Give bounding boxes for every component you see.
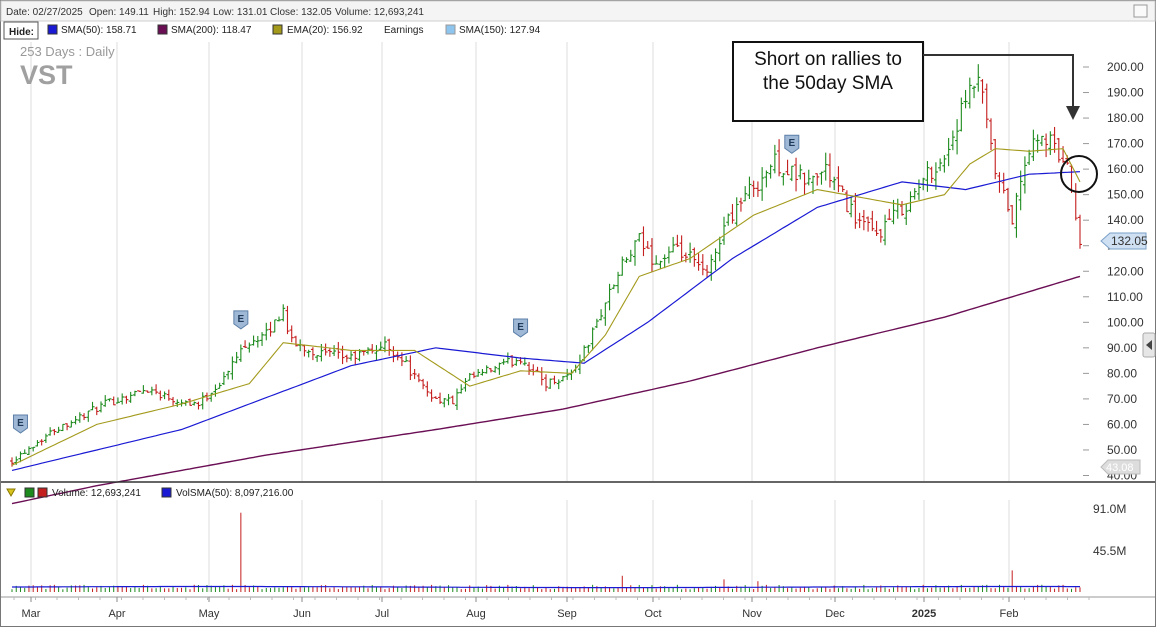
header-date: Date: 02/27/2025 [6,7,83,18]
xaxis-tick-label: Oct [644,608,661,620]
earnings-badge-label: E [238,314,245,325]
volume-axis-top: 91.0M [1093,502,1126,516]
volume-axis-mid: 45.5M [1093,544,1126,558]
sma200-swatch[interactable] [157,24,168,35]
yaxis-tick-label: 140.00 [1107,213,1144,227]
sma50-swatch[interactable] [47,24,58,35]
yaxis-tick-label: 200.00 [1107,60,1144,74]
yaxis-tick-label: 160.00 [1107,162,1144,176]
legend-volsma: VolSMA(50): 8,097,216.00 [176,488,294,499]
yaxis-tick-label: 180.00 [1107,111,1144,125]
yaxis-tick-label: 80.00 [1107,366,1137,380]
period-label: 253 Days : Daily [20,44,115,59]
xaxis-tick-label: Feb [1000,608,1019,620]
xaxis-tick-label: Apr [108,608,125,620]
yaxis-tick-label: 120.00 [1107,264,1144,278]
xaxis-tick-label: Dec [825,608,845,620]
volume-down-swatch[interactable] [37,487,48,498]
yaxis-tick-label: 90.00 [1107,341,1137,355]
xaxis-tick-label: Nov [742,608,762,620]
restore-icon[interactable] [1133,4,1148,18]
low-tag-text: 43.08 [1106,462,1134,474]
volume-up-swatch[interactable] [24,487,35,498]
sma150-swatch[interactable] [445,24,456,35]
annotation-line2: the 50day SMA [763,73,893,94]
yaxis-tick-label: 110.00 [1107,290,1143,304]
xaxis-tick-label: Mar [22,608,41,620]
xaxis-tick-label: 2025 [912,608,936,620]
yaxis-tick-label: 150.00 [1107,188,1144,202]
volsma-swatch[interactable] [161,487,172,498]
xaxis-tick-label: Aug [466,608,486,620]
earnings-badge-label: E [517,322,524,333]
symbol-label: VST [20,60,73,90]
yaxis-tick-label: 100.00 [1107,315,1144,329]
legend-earnings: Earnings [384,25,423,36]
yaxis-tick-label: 190.00 [1107,86,1144,100]
hide-label: Hide: [9,27,34,38]
xaxis-tick-label: Jun [293,608,311,620]
legend-sma50: SMA(50): 158.71 [61,25,137,36]
xaxis-tick-label: May [199,608,220,620]
header-volume: Volume: 12,693,241 [335,7,424,18]
header-open: Open: 149.11 [89,7,149,18]
ema20-swatch[interactable] [272,24,283,35]
header-low: Low: 131.01 [213,7,268,18]
xaxis-tick-label: Jul [375,608,389,620]
legend-sma150: SMA(150): 127.94 [459,25,541,36]
yaxis-tick-label: 60.00 [1107,417,1137,431]
chart-canvas: Date: 02/27/2025 Open: 149.11 High: 152.… [0,0,1156,627]
close-price-tag-text: 132.05 [1111,234,1148,248]
legend-sma200: SMA(200): 118.47 [171,25,252,36]
earnings-badge-label: E [17,418,24,429]
header-close: Close: 132.05 [270,7,332,18]
xaxis-tick-label: Sep [557,608,577,620]
annotation-line1: Short on rallies to [754,49,902,70]
yaxis-tick-label: 70.00 [1107,392,1137,406]
yaxis-tick-label: 50.00 [1107,443,1137,457]
legend-volume: Volume: 12,693,241 [52,488,141,499]
legend-ema20: EMA(20): 156.92 [287,25,363,36]
header-high: High: 152.94 [153,7,210,18]
earnings-badge-label: E [788,138,795,149]
yaxis-tick-label: 170.00 [1107,137,1144,151]
